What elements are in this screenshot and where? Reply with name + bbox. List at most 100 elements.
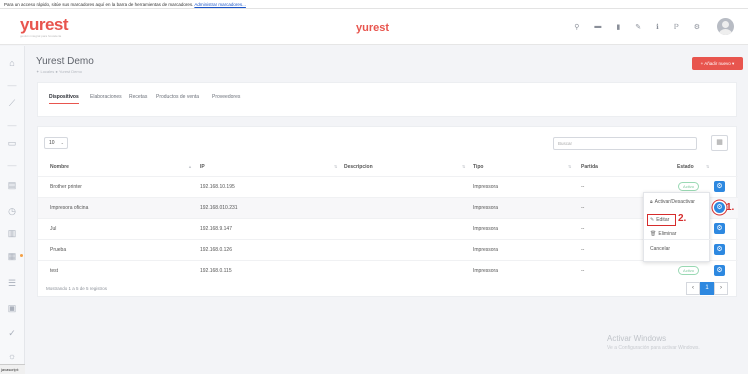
menu-item-label: Activar/Desactivar <box>654 199 695 205</box>
cell-ip: 192.168.9.147 <box>200 226 232 232</box>
table-row[interactable]: Impresora oficina 192.168.010.231 Impres… <box>38 197 738 218</box>
menu-item-delete[interactable]: 🗑︎ Eliminar <box>650 231 676 237</box>
user-avatar[interactable] <box>717 18 734 35</box>
info-icon[interactable]: ℹ <box>656 23 659 31</box>
sort-asc-icon[interactable]: ▲ <box>188 164 192 169</box>
sort-icon[interactable]: ⇅ <box>568 164 571 169</box>
cell-ip: 192.168.0.126 <box>200 247 232 253</box>
column-header-descripcion[interactable]: Descripcion <box>344 164 373 170</box>
store-icon[interactable]: ▤ <box>7 180 17 190</box>
grid-icon[interactable]: ▣ <box>7 303 17 313</box>
page-1-button[interactable]: 1 <box>700 282 714 295</box>
gear-icon[interactable]: ⚙ <box>694 23 700 31</box>
logo-text: yurest <box>20 15 69 34</box>
gear-icon: ⚙ <box>716 246 723 253</box>
table-row[interactable]: test 192.168.0.115 Impressora -- Activo … <box>38 260 738 281</box>
menu-item-cancel[interactable]: Cancelar <box>650 246 670 252</box>
next-page-button[interactable]: › <box>714 282 728 295</box>
search-icon[interactable]: ⚲ <box>574 23 579 31</box>
tab-productos-de-venta[interactable]: Productos de venta <box>156 94 199 100</box>
breadcrumb[interactable]: ✦ Locales ● Yurest Demo <box>36 69 82 74</box>
lock-icon: 🔒︎ <box>650 199 653 205</box>
search-input[interactable] <box>553 137 697 150</box>
pencil-icon: ✎ <box>650 217 655 223</box>
row-actions-button[interactable]: ⚙ <box>714 223 725 234</box>
menu-item-label: Eliminar <box>658 231 677 237</box>
cell-partida: -- <box>581 268 585 274</box>
header-toolbar: ⚲ ▬ ▮ ✎ ℹ ℙ ⚙ <box>574 23 700 31</box>
row-actions-button[interactable]: ⚙ <box>714 181 725 192</box>
sort-icon[interactable]: ⇅ <box>334 164 337 169</box>
column-header-tipo[interactable]: Tipo <box>473 164 483 170</box>
cell-partida: -- <box>581 247 585 253</box>
column-header-estado[interactable]: Estado <box>677 164 694 170</box>
grid-icon: ▦ <box>716 139 723 146</box>
watermark-title: Activar Windows <box>607 334 667 343</box>
help-icon[interactable]: ℙ <box>674 23 679 31</box>
cell-nombre: test <box>50 268 59 274</box>
table-row[interactable]: Jul 192.168.9.147 Impressora -- ⚙ <box>38 218 738 239</box>
row-actions-menu: 🔒︎ Activar/Desactivar ✎ Editar 🗑︎ Eliminar … <box>643 192 711 262</box>
cell-partida: -- <box>581 226 585 232</box>
home-icon[interactable]: ⌂ <box>7 58 17 68</box>
row-actions-button[interactable]: ⚙ <box>714 202 725 213</box>
cell-partida: -- <box>581 205 585 211</box>
chart-icon[interactable]: ⟋ <box>7 98 17 108</box>
cell-nombre: Jul <box>50 226 57 232</box>
bulb-icon[interactable]: ☼ <box>7 351 17 361</box>
gear-icon: ⚙ <box>716 183 723 190</box>
column-header-ip[interactable]: IP <box>200 164 205 170</box>
row-actions-button[interactable]: ⚙ <box>714 265 725 276</box>
column-toggle-button[interactable]: ▦ <box>711 135 728 151</box>
cell-ip: 192.168.10.195 <box>200 184 235 190</box>
table-row[interactable]: Prueba 192.168.0.126 Impressora -- ⚙ <box>38 239 738 260</box>
bookmarks-text: Para un acceso rápido, sitúe sus marcado… <box>4 2 194 7</box>
row-actions-button[interactable]: ⚙ <box>714 244 725 255</box>
cell-nombre: Impresora oficina <box>50 205 89 211</box>
pagination: ‹ 1 › <box>686 282 728 295</box>
pencil-icon[interactable]: ✎ <box>635 23 641 31</box>
cell-nombre: Prueba <box>50 247 67 253</box>
page-length-select[interactable]: 10 ⌄ <box>44 137 68 149</box>
add-new-button[interactable]: + Añadir nuevo ▾ <box>692 57 743 70</box>
clock-icon[interactable]: ◷ <box>7 206 17 216</box>
check-icon[interactable]: ✓ <box>7 328 17 338</box>
cell-ip: 192.168.0.115 <box>200 268 232 274</box>
sort-icon[interactable]: ⇅ <box>706 164 709 169</box>
logo-tagline: gestión integral para hostelería <box>20 34 62 38</box>
tab-dispositivos[interactable]: Dispositivos <box>49 94 79 104</box>
status-badge: Activo <box>678 266 699 275</box>
tab-elaboraciones[interactable]: Elaboraciones <box>90 94 122 100</box>
page-header: Yurest Demo ✦ Locales ● Yurest Demo + Añ… <box>26 46 748 86</box>
tabs-card: Dispositivos Elaboraciones Recetas Produ… <box>37 82 737 117</box>
notification-dot <box>20 254 23 257</box>
users-icon[interactable]: ▦ <box>7 251 17 261</box>
document-icon[interactable]: ▥ <box>7 228 17 238</box>
step-1-annotation: 1. <box>726 202 735 213</box>
table-row[interactable]: Brother printer 192.168.10.195 Impressor… <box>38 176 738 197</box>
column-header-partida[interactable]: Partida <box>581 164 598 170</box>
gear-icon: ⚙ <box>716 225 723 232</box>
menu-item-toggle[interactable]: 🔒︎ Activar/Desactivar <box>650 199 695 205</box>
trash-icon: 🗑︎ <box>650 231 657 237</box>
watermark-subtitle: Ve a Configuración para activar Windows. <box>607 345 700 351</box>
sidebar: ⌂ — ⟋ — ▭ — ▤ ◷ ▥ ▦ ☰ ▣ ✓ ☼ <box>0 46 25 374</box>
prev-page-button[interactable]: ‹ <box>686 282 700 295</box>
page-title: Yurest Demo <box>36 56 94 67</box>
folder-icon[interactable]: ▭ <box>7 138 17 148</box>
sort-icon[interactable]: ⇅ <box>462 164 465 169</box>
tab-proveedores[interactable]: Proveedores <box>212 94 240 100</box>
cell-tipo: Impressora <box>473 247 499 253</box>
bookmarks-bar: Para un acceso rápido, sitúe sus marcado… <box>0 0 748 9</box>
list-icon[interactable]: ☰ <box>7 278 17 288</box>
page-length-value: 10 <box>49 140 55 146</box>
document-icon[interactable]: ▮ <box>616 23 620 31</box>
menu-item-edit[interactable]: ✎ Editar <box>650 217 669 223</box>
tab-recetas[interactable]: Recetas <box>129 94 147 100</box>
center-logo: yurest <box>356 22 390 34</box>
column-header-nombre[interactable]: Nombre <box>50 164 69 170</box>
gear-icon: ⚙ <box>716 267 723 274</box>
cart-icon[interactable]: ▬ <box>594 23 601 31</box>
manage-bookmarks-link[interactable]: Administrar marcadores... <box>194 2 246 7</box>
logo[interactable]: yurest gestión integral para hostelería <box>20 15 69 38</box>
